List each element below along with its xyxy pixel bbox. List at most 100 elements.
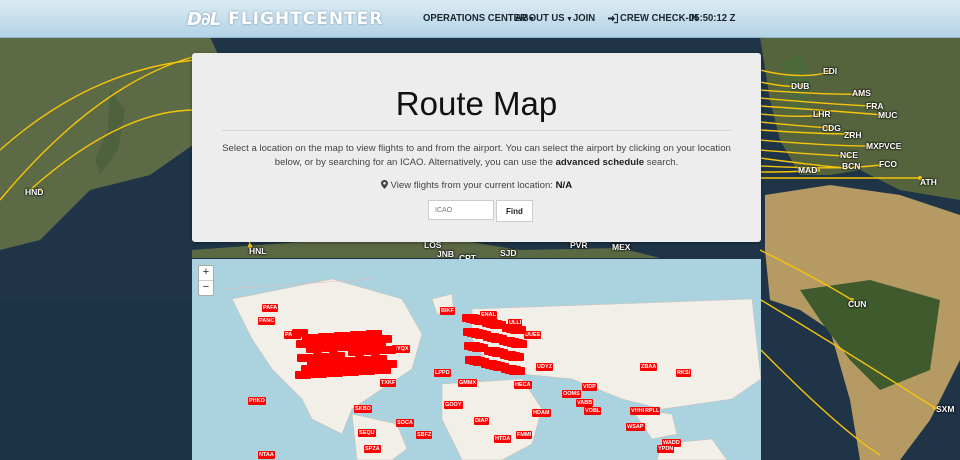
airport-pin[interactable]: UDYZ xyxy=(536,363,553,371)
airport-pin[interactable]: HTDA xyxy=(494,435,512,443)
airport-pin-cluster[interactable] xyxy=(492,349,508,357)
current-location-line: View flights from your current location:… xyxy=(192,180,761,191)
airport-pin-cluster[interactable] xyxy=(343,368,359,376)
airport-pin[interactable]: SKBO xyxy=(354,405,372,413)
site-logo[interactable]: D∂L FLIGHTCENTER xyxy=(187,8,383,30)
zoom-out-button[interactable]: − xyxy=(199,281,213,295)
airport-label[interactable]: CDG xyxy=(822,123,841,133)
airport-label[interactable]: AMS xyxy=(852,88,871,98)
top-navbar: D∂L FLIGHTCENTER OPERATIONS CENTER ▾ ABO… xyxy=(0,0,960,38)
airport-pin[interactable]: HDAM xyxy=(532,409,551,417)
airport-label[interactable]: MUC xyxy=(878,110,897,120)
nav-about-us[interactable]: ABOUT US ▾ xyxy=(515,0,571,38)
airport-pin[interactable]: RPLL xyxy=(644,407,661,415)
current-location-value: N/A xyxy=(555,180,573,191)
airport-label[interactable]: BCN xyxy=(842,161,860,171)
nav-operations-center-label: OPERATIONS CENTER xyxy=(423,12,527,25)
airport-pin-cluster[interactable] xyxy=(295,371,311,379)
airport-pin-cluster[interactable] xyxy=(509,367,525,375)
airport-pin[interactable]: GOOY xyxy=(444,401,463,409)
airport-pin[interactable]: VABB xyxy=(576,399,594,407)
airport-pin[interactable]: BIKF xyxy=(440,307,455,315)
airport-pin[interactable]: SOCA xyxy=(396,419,414,427)
airport-pin[interactable]: NTAA xyxy=(258,451,275,459)
airport-pin[interactable]: YPDN xyxy=(657,445,675,453)
airport-pin[interactable]: RKSI xyxy=(676,369,692,377)
utc-clock: 05:50:12 Z xyxy=(689,0,735,38)
airport-label[interactable]: LHR xyxy=(813,109,830,119)
airport-pin-cluster[interactable] xyxy=(473,358,489,366)
airport-pin[interactable]: OOMS xyxy=(562,390,581,398)
airport-pin[interactable]: VOBL xyxy=(584,407,602,415)
airport-label[interactable]: ATH xyxy=(920,177,937,187)
airport-pin-cluster[interactable] xyxy=(510,326,526,334)
airport-pin[interactable]: GMMX xyxy=(458,379,478,387)
airport-pin-cluster[interactable] xyxy=(474,317,490,325)
airport-pin-cluster[interactable] xyxy=(322,344,338,352)
airport-pin-cluster[interactable] xyxy=(306,345,322,353)
airport-pin-cluster[interactable] xyxy=(508,353,524,361)
airport-label[interactable]: FCO xyxy=(879,159,897,169)
airport-pin[interactable]: PAFA xyxy=(262,304,279,312)
icao-input[interactable] xyxy=(428,200,494,220)
airport-pin[interactable]: LPPD xyxy=(434,369,451,377)
airport-pin[interactable]: PANC xyxy=(258,317,276,325)
airport-label[interactable]: MXP xyxy=(866,141,884,151)
airport-pin[interactable]: DIAP xyxy=(474,417,490,425)
airport-pin-cluster[interactable] xyxy=(359,367,375,375)
airport-label[interactable]: HNL xyxy=(249,246,266,256)
airport-pin-cluster[interactable] xyxy=(364,347,380,355)
airport-label[interactable]: SJD xyxy=(500,248,517,258)
airport-label[interactable]: ZRH xyxy=(844,130,861,140)
caret-down-icon: ▾ xyxy=(567,15,572,23)
airport-pin-cluster[interactable] xyxy=(490,321,506,329)
airport-pin[interactable]: TXKF xyxy=(380,379,397,387)
airport-pin-cluster[interactable] xyxy=(472,344,488,352)
airport-pin[interactable]: FMMI xyxy=(516,431,533,439)
airport-pin[interactable]: PHKO xyxy=(248,397,266,405)
airport-label[interactable]: SXM xyxy=(936,404,954,414)
current-location-label: View flights from your current location: xyxy=(390,180,553,191)
logo-mark: D∂L xyxy=(187,8,221,30)
airport-pin-cluster[interactable] xyxy=(511,340,527,348)
nav-about-us-label: ABOUT US xyxy=(515,12,565,25)
airport-pin[interactable]: SPZA xyxy=(364,445,381,453)
airport-pin[interactable]: HECA xyxy=(514,381,532,389)
airport-selection-map[interactable]: + − PAFAPANCPAKTCYQXBIKFENALULLIUUEEUDYZ… xyxy=(192,259,761,460)
nav-join-label: JOIN xyxy=(573,12,596,25)
airport-label[interactable]: JNB xyxy=(437,249,454,259)
airport-label[interactable]: HND xyxy=(25,187,43,197)
airport-pin[interactable]: SEQU xyxy=(358,429,376,437)
airport-label[interactable]: VCE xyxy=(884,141,901,151)
airport-label[interactable]: DUB xyxy=(791,81,809,91)
airport-pin-cluster[interactable] xyxy=(327,369,343,377)
find-button[interactable]: Find xyxy=(496,200,533,222)
airport-label[interactable]: NCE xyxy=(840,150,858,160)
airport-pin[interactable]: WSAP xyxy=(626,423,645,431)
airport-pin[interactable]: ZBAA xyxy=(640,363,658,371)
airport-pin-cluster[interactable] xyxy=(348,348,364,356)
airport-pin[interactable]: SBFZ xyxy=(416,431,433,439)
airport-label[interactable]: MAD xyxy=(798,165,817,175)
nav-crew-check-in[interactable]: CREW CHECK-IN xyxy=(608,0,698,38)
airport-label[interactable]: EDI xyxy=(823,66,837,76)
nav-crew-check-in-label: CREW CHECK-IN xyxy=(620,12,699,25)
airport-pin[interactable]: UUEE xyxy=(524,331,542,339)
advanced-schedule-link[interactable]: advanced schedule xyxy=(556,157,645,168)
sign-in-icon xyxy=(608,13,618,24)
zoom-in-button[interactable]: + xyxy=(199,266,213,281)
airport-pin-cluster[interactable] xyxy=(311,370,327,378)
airport-pin-cluster[interactable] xyxy=(493,363,509,371)
nav-join[interactable]: JOIN xyxy=(573,0,595,38)
airport-pin-cluster[interactable] xyxy=(375,366,391,374)
logo-text: FLIGHTCENTER xyxy=(228,9,384,29)
description-text-2: search. xyxy=(644,157,679,168)
zoom-control: + − xyxy=(198,265,214,296)
airport-label[interactable]: MEX xyxy=(612,242,630,252)
airport-pin-cluster[interactable] xyxy=(475,331,491,339)
airport-pin-cluster[interactable] xyxy=(491,335,507,343)
title-divider xyxy=(222,130,731,131)
airport-label[interactable]: CUN xyxy=(848,299,866,309)
airport-pin[interactable]: VIDP xyxy=(582,383,597,391)
airport-pin-cluster[interactable] xyxy=(380,346,396,354)
